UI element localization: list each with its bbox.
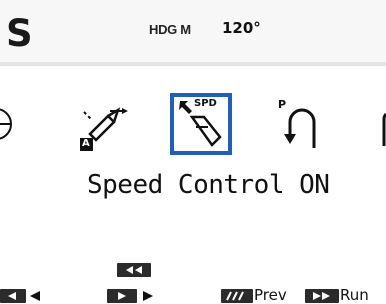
partial-mode-icon[interactable] [374,108,386,148]
prev-label[interactable]: Prev [254,286,287,304]
heading-value: 120° [222,19,261,37]
heading-label: HDG M [149,22,191,37]
top-bar-divider [0,62,386,66]
run-label[interactable]: Run [340,286,369,304]
run-key-icon[interactable] [305,288,339,303]
left-key-icon[interactable] [0,288,50,303]
u-turn-icon[interactable]: P [278,98,326,152]
u-turn-badge-label: P [278,98,287,111]
nav-track-badge-label: A [82,138,90,149]
circle-target-icon[interactable] [0,104,16,144]
mode-status-text: Speed Control ON [87,170,330,200]
speed-control-icon [179,101,222,147]
nav-track-icon[interactable]: A [78,104,128,154]
prev-key-icon[interactable] [221,288,253,303]
top-bar: S HDG M 120° [0,0,386,66]
rewind-key-icon[interactable] [117,263,151,277]
right-key-icon[interactable] [107,288,159,303]
speed-control-mode-button[interactable]: SPD [170,93,232,155]
mode-letter: S [6,12,33,55]
